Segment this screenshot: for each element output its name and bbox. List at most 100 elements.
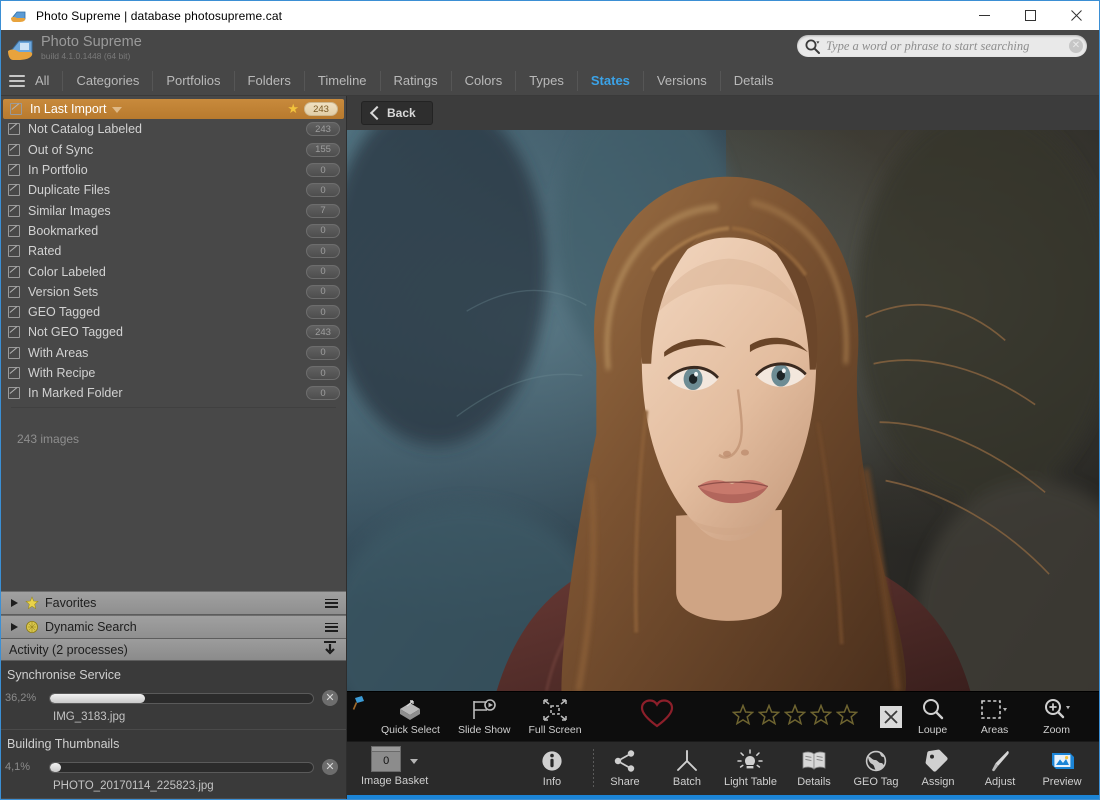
rating-star-4[interactable] (810, 704, 832, 730)
panel-dynamic-search[interactable]: Dynamic Search (1, 615, 346, 639)
full-screen-button[interactable]: Full Screen (522, 697, 587, 736)
options-button[interactable]: Options (1088, 697, 1100, 736)
state-checkbox[interactable] (8, 286, 20, 298)
slide-show-button[interactable]: Slide Show (452, 697, 517, 736)
pin-icon[interactable] (352, 695, 368, 711)
state-row[interactable]: Rated0 (1, 241, 346, 261)
state-checkbox[interactable] (8, 184, 20, 196)
tab-colors[interactable]: Colors (452, 71, 517, 91)
info-button[interactable]: Info (521, 749, 583, 788)
tab-categories[interactable]: Categories (63, 71, 153, 91)
state-count-badge: 0 (306, 183, 340, 197)
activity-task-percent: 4,1% (5, 761, 49, 773)
state-checkbox[interactable] (8, 367, 20, 379)
state-checkbox[interactable] (8, 225, 20, 237)
state-row[interactable]: With Areas0 (1, 343, 346, 363)
hamburger-icon[interactable] (9, 75, 25, 87)
state-checkbox[interactable] (8, 306, 20, 318)
state-row[interactable]: Version Sets0 (1, 282, 346, 302)
maximize-button[interactable] (1007, 1, 1053, 31)
state-row[interactable]: Out of Sync155 (1, 140, 346, 160)
activity-cancel-button[interactable]: ✕ (322, 690, 338, 706)
collapse-down-icon[interactable] (322, 641, 338, 659)
back-button[interactable]: Back (361, 101, 433, 125)
clear-rating-button[interactable] (880, 706, 902, 728)
preview-button[interactable]: Preview (1031, 749, 1093, 788)
details-button[interactable]: Details (783, 749, 845, 788)
state-checkbox[interactable] (8, 347, 20, 359)
tab-states[interactable]: States (578, 71, 644, 91)
search-input[interactable] (821, 39, 1069, 54)
state-row[interactable]: Similar Images7 (1, 200, 346, 220)
panel-dynamic-search-menu-icon[interactable] (325, 623, 338, 632)
adjust-button[interactable]: Adjust (969, 749, 1031, 788)
heart-icon[interactable] (640, 699, 674, 734)
state-row[interactable]: Bookmarked0 (1, 221, 346, 241)
state-label: Not Catalog Labeled (28, 122, 306, 136)
state-checkbox[interactable] (8, 387, 20, 399)
light-table-button[interactable]: Light Table (718, 749, 783, 788)
search-clear-button[interactable]: ✕ (1069, 39, 1083, 53)
state-row[interactable]: Not GEO Tagged243 (1, 322, 346, 342)
state-row[interactable]: Duplicate Files0 (1, 180, 346, 200)
zoom-button[interactable]: Zoom (1026, 697, 1088, 736)
batch-button[interactable]: Batch (656, 749, 718, 788)
tab-details[interactable]: Details (721, 71, 787, 91)
state-row[interactable]: Color Labeled0 (1, 261, 346, 281)
loupe-button[interactable]: Loupe (902, 697, 964, 736)
tab-ratings[interactable]: Ratings (381, 71, 452, 91)
state-row[interactable]: GEO Tagged0 (1, 302, 346, 322)
areas-button[interactable]: Areas (964, 697, 1026, 736)
close-button[interactable] (1053, 1, 1099, 31)
rating-stars[interactable] (732, 704, 858, 730)
tab-timeline[interactable]: Timeline (305, 71, 381, 91)
rating-star-5[interactable] (836, 704, 858, 730)
state-count-badge: 0 (306, 366, 340, 380)
state-count-badge: 243 (306, 122, 340, 136)
tab-portfolios[interactable]: Portfolios (153, 71, 234, 91)
image-basket-button[interactable]: 0 Image Basket (347, 750, 428, 787)
image-viewer[interactable] (347, 130, 1099, 691)
states-list: In Last Import★243Not Catalog Labeled243… (1, 96, 346, 403)
state-row[interactable]: In Marked Folder0 (1, 383, 346, 403)
state-checkbox[interactable] (8, 164, 20, 176)
state-row[interactable]: In Last Import★243 (3, 99, 344, 119)
state-checkbox[interactable] (8, 326, 20, 338)
panel-favorites[interactable]: Favorites (1, 591, 346, 615)
state-favorite-star-icon[interactable]: ★ (287, 101, 299, 117)
state-row[interactable]: In Portfolio0 (1, 160, 346, 180)
state-checkbox[interactable] (8, 144, 20, 156)
state-checkbox[interactable] (8, 266, 20, 278)
tab-all[interactable]: All (33, 71, 63, 91)
rating-star-2[interactable] (758, 704, 780, 730)
tab-folders[interactable]: Folders (235, 71, 305, 91)
state-row[interactable]: Not Catalog Labeled243 (1, 119, 346, 139)
activity-cancel-button[interactable]: ✕ (322, 759, 338, 775)
state-checkbox[interactable] (8, 245, 20, 257)
tab-versions[interactable]: Versions (644, 71, 721, 91)
search-icon[interactable] (804, 38, 821, 55)
state-checkbox[interactable] (8, 123, 20, 135)
state-checkbox[interactable] (10, 103, 22, 115)
assign-button[interactable]: Assign (907, 749, 969, 788)
share-button[interactable]: Share (594, 749, 656, 788)
search-box[interactable]: ✕ (797, 35, 1087, 57)
image-basket-icon[interactable]: 0 (371, 750, 401, 772)
panel-favorites-menu-icon[interactable] (325, 599, 338, 608)
state-label: Similar Images (28, 204, 306, 218)
quick-select-button[interactable]: Quick Select (375, 697, 446, 736)
loupe-icon (920, 697, 946, 721)
rating-star-1[interactable] (732, 704, 754, 730)
state-checkbox[interactable] (8, 205, 20, 217)
state-row[interactable]: With Recipe0 (1, 363, 346, 383)
expand-triangle-icon[interactable] (11, 599, 18, 607)
expand-triangle-icon[interactable] (11, 623, 18, 631)
rating-star-3[interactable] (784, 704, 806, 730)
portrait-photo[interactable] (347, 130, 1099, 691)
state-dropdown-icon[interactable] (112, 107, 122, 113)
chevron-down-icon[interactable] (410, 759, 418, 764)
geo-tag-button[interactable]: GEO Tag (845, 749, 907, 788)
tab-types[interactable]: Types (516, 71, 578, 91)
activity-header[interactable]: Activity (2 processes) (1, 639, 346, 661)
minimize-button[interactable] (961, 1, 1007, 31)
